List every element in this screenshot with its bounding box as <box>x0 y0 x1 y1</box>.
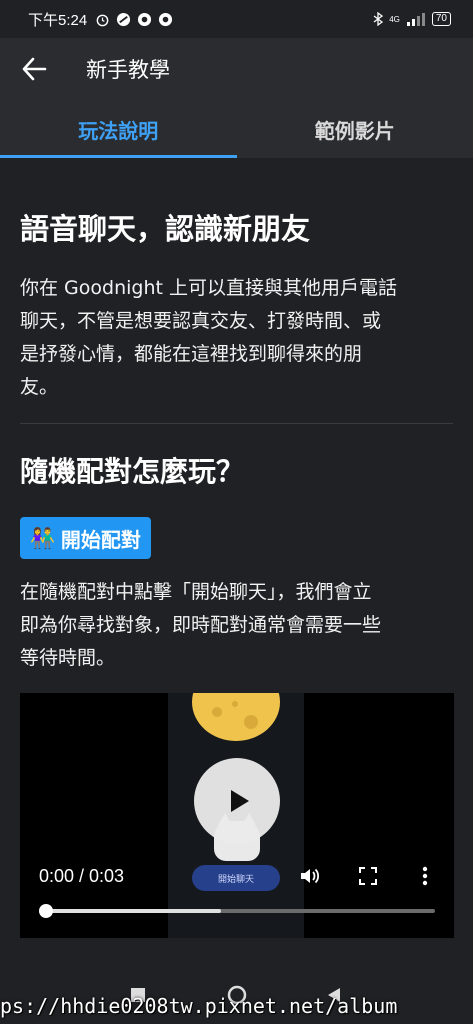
progress-track[interactable] <box>39 904 435 918</box>
volume-button[interactable] <box>299 865 321 887</box>
chrome-icon-2 <box>159 12 173 26</box>
chrome-icon <box>138 12 152 26</box>
match-line: 等待時間。 <box>20 647 116 669</box>
alarm-icon <box>96 14 109 26</box>
start-match-label: 開始配對 <box>60 527 141 552</box>
more-options-button[interactable] <box>414 865 436 887</box>
status-bar: 下午5:24 4G 70 <box>0 0 473 38</box>
progress-handle[interactable] <box>39 904 53 918</box>
progress-buffered <box>46 909 222 913</box>
back-button[interactable] <box>18 53 50 85</box>
section-divider <box>20 423 453 424</box>
random-match-paragraph: 在隨機配對中點擊「開始聊天」，我們會立 即為你尋找對象，即時配對通常會需要一些 … <box>20 576 450 675</box>
fullscreen-button[interactable] <box>357 865 379 887</box>
volume-icon <box>301 868 320 884</box>
status-right: 4G 70 <box>373 12 451 26</box>
two-people-icon: 👫 <box>30 526 55 550</box>
intro-line: 聊天，不管是想要認真交友、打發時間、或 <box>20 310 382 332</box>
app-icon <box>117 12 131 26</box>
intro-line: 友。 <box>20 376 59 398</box>
video-player[interactable]: 開始聊天 0:00 / 0:03 <box>20 693 454 938</box>
intro-paragraph: 你在 Goodnight 上可以直接與其他用戶電話 聊天，不管是想要認真交友、打… <box>20 272 450 404</box>
in-video-start-button: 開始聊天 <box>192 865 280 891</box>
intro-heading: 語音聊天，認識新朋友 <box>20 212 311 246</box>
video-time: 0:00 / 0:03 <box>39 866 125 886</box>
tab-example-videos[interactable]: 範例影片 <box>237 100 473 158</box>
more-vert-icon <box>422 866 428 886</box>
status-time: 下午5:24 <box>28 11 88 29</box>
match-line: 在隨機配對中點擊「開始聊天」，我們會立 <box>20 581 372 603</box>
match-line: 即為你尋找對象，即時配對通常會需要一些 <box>20 614 382 636</box>
play-button[interactable] <box>194 758 280 844</box>
intro-line: 你在 Goodnight 上可以直接與其他用戶電話 <box>20 277 397 299</box>
signal-icon <box>406 12 425 26</box>
network-label: 4G <box>389 14 400 24</box>
tab-bar: 玩法說明 範例影片 <box>0 100 473 158</box>
tab-gameplay[interactable]: 玩法說明 <box>0 100 237 158</box>
battery-indicator: 70 <box>431 12 451 26</box>
watermark-url: ps://hhdie0208tw.pixnet.net/album <box>0 994 398 1018</box>
page-title: 新手教學 <box>86 58 170 82</box>
start-match-badge: 👫 開始配對 <box>20 517 151 559</box>
play-icon <box>231 790 249 812</box>
moon-illustration <box>192 693 280 741</box>
app-bar: 新手教學 <box>0 38 473 100</box>
intro-line: 是抒發心情，都能在這裡找到聊得來的朋 <box>20 343 363 365</box>
arrow-left-icon <box>22 57 47 81</box>
bluetooth-icon <box>373 12 384 26</box>
status-icons <box>95 12 173 27</box>
random-match-heading: 隨機配對怎麼玩？ <box>20 455 245 488</box>
fullscreen-icon <box>359 867 377 885</box>
